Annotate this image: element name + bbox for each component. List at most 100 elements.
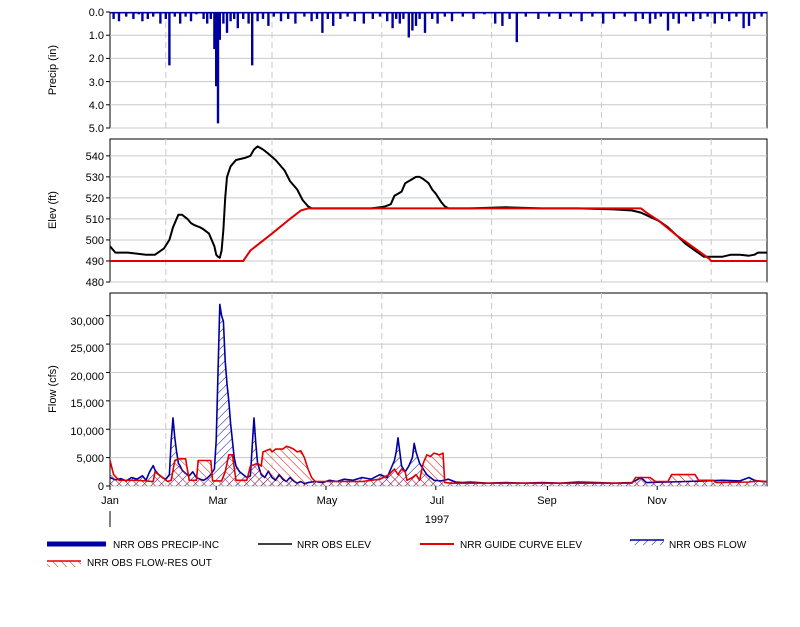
x-tick-labels: Jan Mar May Jul Sep Nov 1997 xyxy=(101,495,667,527)
legend-label-obs-flow: NRR OBS FLOW xyxy=(669,540,747,551)
precip-bar xyxy=(321,12,324,33)
precip-bar xyxy=(494,12,497,24)
precip-bar xyxy=(261,12,265,19)
precip-bar xyxy=(353,12,356,22)
legend-item-obs-flow: NRR OBS FLOW xyxy=(630,539,747,551)
precip-bar xyxy=(146,12,149,19)
precip-bar xyxy=(612,12,616,19)
precip-bar xyxy=(418,12,421,19)
elev-ytick: 480 xyxy=(86,277,104,289)
precip-bar xyxy=(202,12,205,19)
precip-bar xyxy=(225,12,229,33)
flow-ytick: 0 xyxy=(98,481,104,493)
flow-ylabel: Flow (cfs) xyxy=(47,365,59,413)
x-month-label: Mar xyxy=(209,495,228,507)
year-label: 1997 xyxy=(425,514,449,526)
y-tick-labels: 0.0 1.0 2.0 3.0 4.0 5.0 480 490 500 510 … xyxy=(70,7,104,493)
precip-bar xyxy=(242,12,245,19)
precip-bar xyxy=(558,12,562,19)
precip-bar xyxy=(339,12,342,19)
precip-bar xyxy=(310,12,313,22)
precip-bar xyxy=(654,12,657,19)
precip-bar xyxy=(371,12,374,19)
flow-ytick: 10,000 xyxy=(70,426,104,438)
x-month-label: Nov xyxy=(647,495,667,507)
x-month-label: Jul xyxy=(430,495,444,507)
precip-bar xyxy=(414,12,418,26)
elev-ytick: 540 xyxy=(86,151,104,163)
precip-bar xyxy=(315,12,319,19)
precip-bar xyxy=(362,12,365,24)
legend-label-guide-curve: NRR GUIDE CURVE ELEV xyxy=(460,540,582,551)
precip-bar xyxy=(272,12,275,17)
precip-bar xyxy=(179,12,182,24)
precip-bar xyxy=(461,12,464,17)
precip-ytick: 4.0 xyxy=(89,100,104,112)
precip-bar xyxy=(760,12,763,17)
precip-bar xyxy=(112,12,115,19)
precip-bar xyxy=(634,12,637,22)
precip-bar xyxy=(684,12,688,17)
flow-ytick: 30,000 xyxy=(70,316,104,328)
precip-bar xyxy=(569,12,572,17)
precip-bar xyxy=(602,12,605,24)
precip-bar xyxy=(580,12,583,22)
legend-item-res-out: NRR OBS FLOW-RES OUT xyxy=(47,558,212,569)
legend-item-precip: NRR OBS PRECIP-INC xyxy=(47,540,219,551)
precip-bar xyxy=(537,12,540,19)
precip-ytick: 0.0 xyxy=(89,7,104,19)
precip-bar xyxy=(233,12,236,19)
precip-bar xyxy=(407,12,410,38)
precip-bar xyxy=(548,12,551,17)
precip-bar xyxy=(218,12,221,40)
precip-bar xyxy=(672,12,675,19)
precip-bar xyxy=(189,12,193,22)
elev-ytick: 510 xyxy=(86,214,104,226)
legend-swatch-res-out xyxy=(47,561,81,567)
precip-bar xyxy=(659,12,662,17)
precip-bar xyxy=(132,12,135,19)
precip-bar xyxy=(423,12,427,33)
precip-bar xyxy=(378,12,382,17)
precip-bar xyxy=(222,12,225,24)
precip-bar xyxy=(184,12,187,17)
precip-bar xyxy=(747,12,751,26)
precip-bar xyxy=(692,12,695,22)
precip-bar xyxy=(450,12,454,22)
x-month-label: Sep xyxy=(537,495,557,507)
precip-bar xyxy=(472,12,475,19)
precip-bar xyxy=(515,12,518,43)
precip-bar xyxy=(431,12,434,19)
flow-ytick: 20,000 xyxy=(70,371,104,383)
precip-ytick: 3.0 xyxy=(89,77,104,89)
legend-item-guide-curve: NRR GUIDE CURVE ELEV xyxy=(420,540,582,551)
precip-bar xyxy=(168,12,171,66)
flow-ytick: 15,000 xyxy=(70,398,104,410)
precip-bar xyxy=(236,12,239,29)
precip-ylabel: Precip (in) xyxy=(47,45,59,95)
precip-bar xyxy=(346,12,349,17)
precip-bar xyxy=(279,12,283,22)
precip-bar xyxy=(501,12,504,26)
precip-bar xyxy=(508,12,511,19)
precip-ytick: 2.0 xyxy=(89,53,104,65)
precip-bar xyxy=(209,12,212,19)
elev-ytick: 500 xyxy=(86,235,104,247)
precip-bar xyxy=(137,12,140,15)
precip-bar xyxy=(728,12,731,22)
precip-bar xyxy=(294,12,297,24)
precip-bar xyxy=(164,12,167,19)
precip-bar xyxy=(648,12,652,24)
precip-bar xyxy=(326,12,329,19)
precip-ytick: 5.0 xyxy=(89,123,104,135)
precip-bar xyxy=(677,12,680,24)
precip-bar xyxy=(742,12,745,29)
precip-bar xyxy=(141,12,144,22)
precip-bar xyxy=(735,12,738,17)
precip-bar xyxy=(753,12,756,19)
hydrology-chart: Precip (in) Elev (ft) Flow (cfs) 0.0 1.0… xyxy=(47,7,768,569)
legend-label-obs-elev: NRR OBS ELEV xyxy=(297,540,371,551)
precip-bar xyxy=(706,12,709,17)
precip-bar xyxy=(402,12,405,19)
precip-bar xyxy=(666,12,670,31)
